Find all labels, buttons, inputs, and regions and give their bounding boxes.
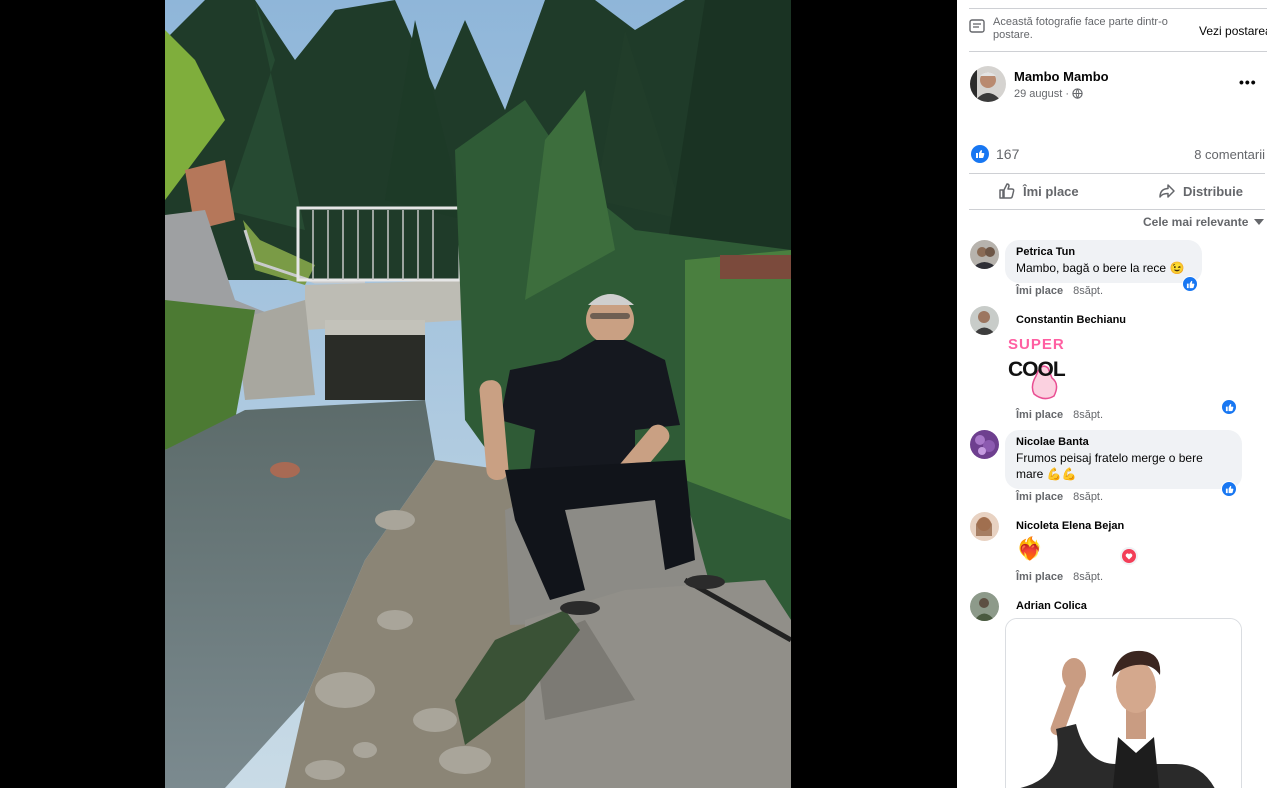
waving-person-gif <box>1006 619 1241 788</box>
comment-like-button[interactable]: Îmi place <box>1016 409 1063 421</box>
post-author: Mambo Mambo 29 august · <box>970 66 1109 102</box>
author-avatar[interactable] <box>970 66 1006 102</box>
commenter-avatar[interactable] <box>970 430 999 459</box>
post-side-panel: Această fotografie face parte dintr-o po… <box>957 0 1267 788</box>
comments-count[interactable]: 8 comentarii <box>1194 147 1265 162</box>
share-button[interactable]: Distribuie <box>1158 182 1243 200</box>
comment-time[interactable]: 8săpt. <box>1073 491 1103 503</box>
author-name[interactable]: Mambo Mambo <box>1014 69 1109 84</box>
wink-emoji: 😉 <box>1169 261 1185 275</box>
view-post-link[interactable]: Vezi postarea <box>1199 24 1267 38</box>
commenter-avatar[interactable] <box>970 592 999 621</box>
comment-item: Petrica Tun Mambo, bagă o bere la rece 😉… <box>970 240 1267 302</box>
comment-time[interactable]: 8săpt. <box>1073 571 1103 583</box>
photo-viewer <box>0 0 957 788</box>
post-date[interactable]: 29 august <box>1014 88 1062 100</box>
comment-like-reaction-icon <box>1221 481 1237 497</box>
post-notice: Această fotografie face parte dintr-o po… <box>969 16 1267 42</box>
like-button[interactable]: Îmi place <box>998 182 1079 200</box>
divider-stats <box>969 173 1265 174</box>
comment-like-reaction-icon <box>1221 399 1237 415</box>
commenter-avatar[interactable] <box>970 306 999 335</box>
commenter-avatar[interactable] <box>970 512 999 541</box>
more-options-button[interactable]: ••• <box>1239 74 1257 90</box>
comment-actions: Îmi place 8săpt. <box>1016 409 1103 421</box>
gif-attachment[interactable] <box>1005 618 1242 788</box>
heart-on-fire-emoji: ❤️‍🔥 <box>1016 536 1044 561</box>
photo-image <box>165 0 791 788</box>
comment-like-button[interactable]: Îmi place <box>1016 571 1063 583</box>
super-cool-sticker[interactable]: SUPER COOL <box>1006 336 1078 404</box>
commenter-name[interactable]: Nicoleta Elena Bejan <box>1016 520 1124 532</box>
share-icon <box>1159 184 1175 198</box>
chevron-down-icon <box>1254 219 1265 225</box>
post-photo[interactable] <box>165 0 791 788</box>
sticker-word-super: SUPER <box>1008 336 1065 353</box>
love-reaction-icon <box>1120 547 1138 565</box>
comment-time[interactable]: 8săpt. <box>1073 409 1103 421</box>
commenter-name[interactable]: Petrica Tun <box>1016 246 1191 258</box>
thumbs-up-icon <box>999 183 1015 199</box>
comment-actions: Îmi place 8săpt. <box>1016 491 1103 503</box>
commenter-avatar[interactable] <box>970 240 999 269</box>
commenter-name[interactable]: Nicolae Banta <box>1016 436 1231 448</box>
comment-text: Frumos peisaj fratelo merge o bere mare … <box>1016 451 1203 481</box>
comment-actions: Îmi place 8săpt. <box>1016 285 1103 297</box>
meta-separator: · <box>1065 87 1069 100</box>
like-button-label: Îmi place <box>1023 183 1079 199</box>
comment-item: Nicolae Banta Frumos peisaj fratelo merg… <box>970 430 1267 506</box>
comment-like-reaction-icon <box>1182 276 1198 292</box>
post-icon <box>969 19 985 33</box>
comment-time[interactable]: 8săpt. <box>1073 285 1103 297</box>
comment-sort-dropdown[interactable]: Cele mai relevante <box>1143 215 1265 229</box>
like-reaction-icon <box>971 145 989 163</box>
comment-text: Mambo, bagă o bere la rece 😉 <box>1016 261 1185 275</box>
globe-icon <box>1072 88 1083 99</box>
divider-top <box>969 8 1267 9</box>
comment-like-button[interactable]: Îmi place <box>1016 491 1063 503</box>
divider-notice <box>969 51 1267 52</box>
likes-count: 167 <box>996 146 1020 162</box>
post-meta: 29 august · <box>1014 88 1109 100</box>
commenter-name[interactable]: Adrian Colica <box>1016 600 1087 612</box>
comment-item: Nicoleta Elena Bejan ❤️‍🔥 Îmi place 8săpt… <box>970 512 1267 586</box>
share-button-label: Distribuie <box>1183 183 1243 199</box>
commenter-name[interactable]: Constantin Bechianu <box>1016 314 1126 326</box>
sort-label: Cele mai relevante <box>1143 215 1249 229</box>
comment-actions: Îmi place 8săpt. <box>1016 571 1103 583</box>
comment-bubble: Nicolae Banta Frumos peisaj fratelo merg… <box>1005 430 1242 489</box>
comment-like-button[interactable]: Îmi place <box>1016 285 1063 297</box>
comment-bubble: Petrica Tun Mambo, bagă o bere la rece 😉 <box>1005 240 1202 283</box>
reactions-summary[interactable]: 167 <box>971 145 1019 163</box>
divider-actions <box>969 209 1265 210</box>
comment-item: Constantin Bechianu SUPER COOL Îmi place… <box>970 306 1267 424</box>
flexed-biceps-emoji: 💪💪 <box>1046 467 1077 481</box>
sticker-word-cool: COOL <box>1008 358 1066 381</box>
post-notice-text: Această fotografie face parte dintr-o po… <box>993 16 1168 41</box>
